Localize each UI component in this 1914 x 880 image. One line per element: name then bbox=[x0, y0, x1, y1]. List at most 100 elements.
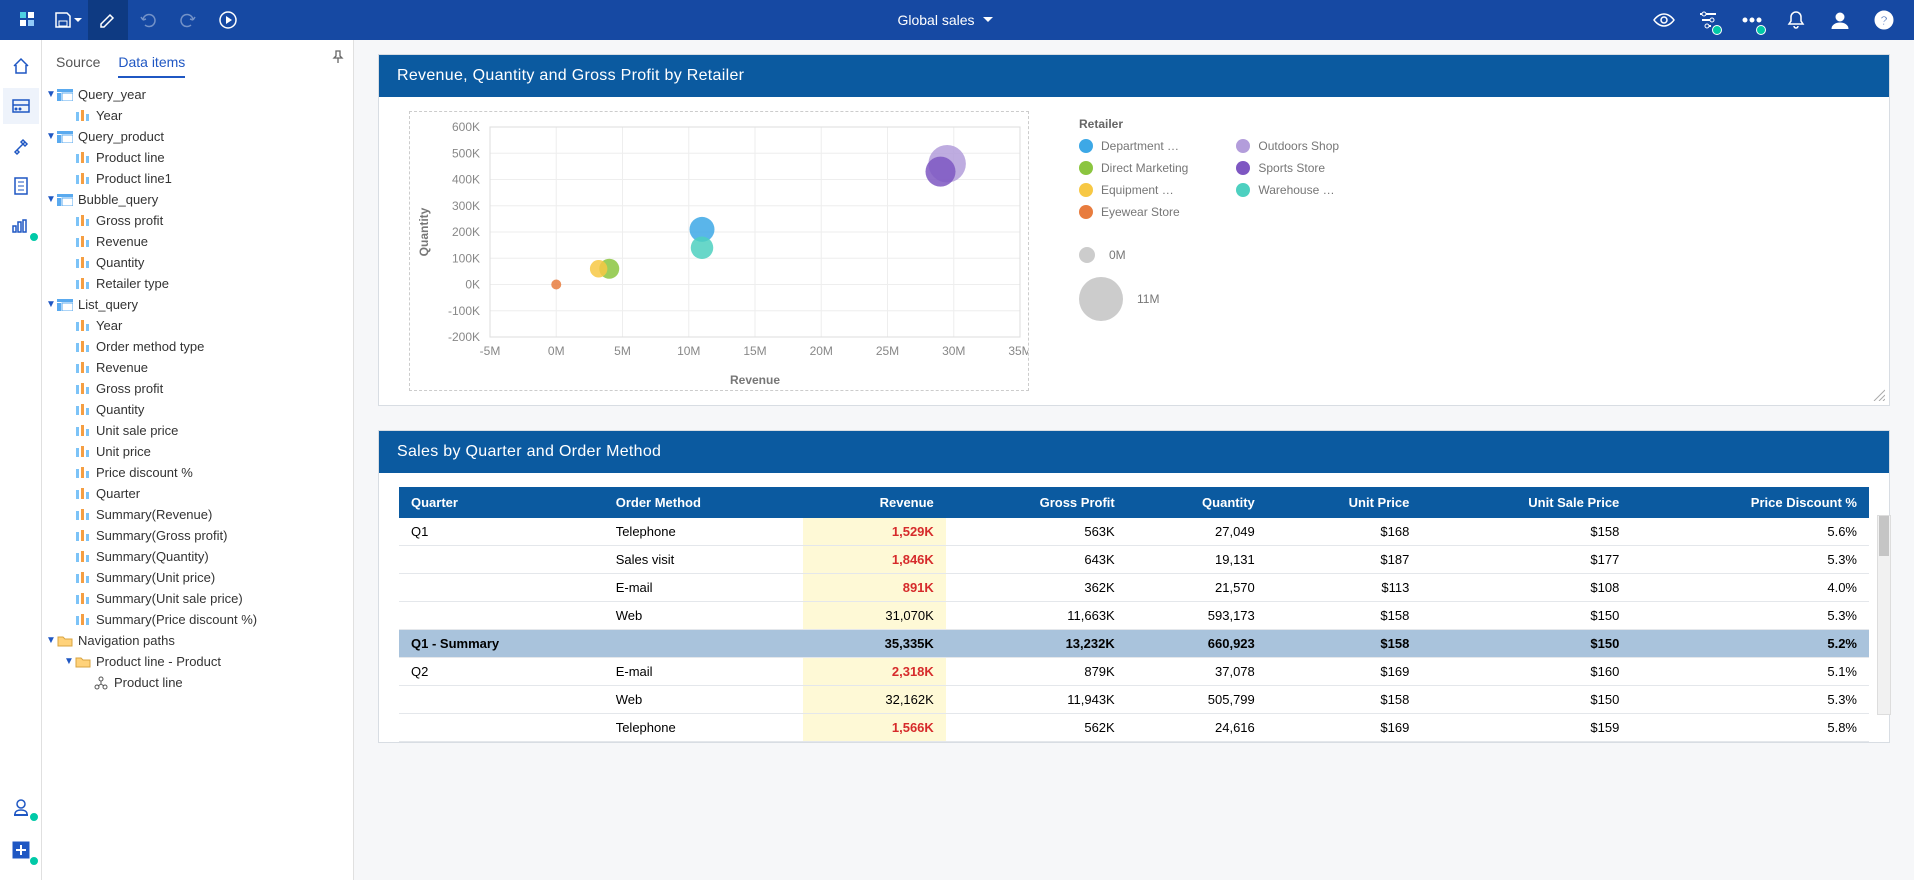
report-title-dropdown[interactable]: Global sales bbox=[248, 12, 1642, 28]
bubble-point[interactable] bbox=[691, 237, 714, 260]
notifications-button[interactable] bbox=[1774, 0, 1818, 40]
table-header[interactable]: Quantity bbox=[1127, 487, 1267, 518]
more-button[interactable] bbox=[1730, 0, 1774, 40]
legend-item[interactable]: Eyewear Store bbox=[1079, 205, 1188, 219]
table-header[interactable]: Quarter bbox=[399, 487, 604, 518]
table-header[interactable]: Gross Profit bbox=[946, 487, 1127, 518]
table-row[interactable]: Q1Telephone1,529K563K27,049$168$1585.6% bbox=[399, 518, 1869, 546]
table-header[interactable]: Order Method bbox=[604, 487, 803, 518]
add-icon[interactable] bbox=[3, 832, 39, 868]
build-icon[interactable] bbox=[3, 128, 39, 164]
tree-query-q_bubble[interactable]: ▼Bubble_query bbox=[42, 189, 349, 210]
redo-button[interactable] bbox=[168, 0, 208, 40]
data-panel: Source Data items ▼Query_yearYear▼Query_… bbox=[42, 40, 354, 880]
bubble-point[interactable] bbox=[590, 260, 608, 278]
pin-icon[interactable] bbox=[331, 50, 345, 69]
bubble-point[interactable] bbox=[926, 157, 956, 187]
tab-source[interactable]: Source bbox=[56, 48, 100, 78]
tree-item[interactable]: Unit sale price bbox=[42, 420, 349, 441]
user-button[interactable] bbox=[1818, 0, 1862, 40]
measure-icon bbox=[74, 508, 92, 522]
legend-item[interactable]: Sports Store bbox=[1236, 161, 1339, 175]
table-row[interactable]: Sales visit1,846K643K19,131$187$1775.3% bbox=[399, 546, 1869, 574]
tree-query-q_list[interactable]: ▼List_query bbox=[42, 294, 349, 315]
measure-icon bbox=[74, 151, 92, 165]
badge-dot-icon bbox=[29, 856, 39, 866]
table-row[interactable]: E-mail891K362K21,570$113$1084.0% bbox=[399, 574, 1869, 602]
size-legend-item: 0M bbox=[1079, 247, 1339, 263]
tree-item[interactable]: Summary(Gross profit) bbox=[42, 525, 349, 546]
tree-item[interactable]: Retailer type bbox=[42, 273, 349, 294]
legend-item[interactable]: Warehouse … bbox=[1236, 183, 1339, 197]
table-row[interactable]: Web31,070K11,663K593,173$158$1505.3% bbox=[399, 602, 1869, 630]
measure-icon bbox=[74, 550, 92, 564]
table-row[interactable]: Q2E-mail2,318K879K37,078$169$1605.1% bbox=[399, 658, 1869, 686]
table-row[interactable]: Telephone1,566K562K24,616$169$1595.8% bbox=[399, 714, 1869, 742]
table-header[interactable]: Unit Price bbox=[1267, 487, 1422, 518]
table-row[interactable]: Web32,162K11,943K505,799$158$1505.3% bbox=[399, 686, 1869, 714]
help-button[interactable]: ? bbox=[1862, 0, 1906, 40]
measure-icon bbox=[74, 613, 92, 627]
tree-nav-leaf[interactable]: Product line bbox=[42, 672, 349, 693]
preview-button[interactable] bbox=[1642, 0, 1686, 40]
tree-item[interactable]: Summary(Unit sale price) bbox=[42, 588, 349, 609]
tree-item[interactable]: Year bbox=[42, 315, 349, 336]
tree-nav-folder[interactable]: ▼Navigation paths bbox=[42, 630, 349, 651]
tab-data-items[interactable]: Data items bbox=[118, 48, 185, 78]
tree-item[interactable]: Gross profit bbox=[42, 378, 349, 399]
table-header[interactable]: Unit Sale Price bbox=[1421, 487, 1631, 518]
measure-icon bbox=[74, 571, 92, 585]
table-row[interactable]: Q1 - Summary35,335K13,232K660,923$158$15… bbox=[399, 630, 1869, 658]
query-icon bbox=[56, 88, 74, 102]
query-icon bbox=[56, 193, 74, 207]
edit-button[interactable] bbox=[88, 0, 128, 40]
legend-item[interactable]: Equipment … bbox=[1079, 183, 1188, 197]
bubble-chart[interactable]: -5M0M5M10M15M20M25M30M35M-200K-100K0K100… bbox=[409, 111, 1029, 391]
measure-icon bbox=[74, 340, 92, 354]
sales-table[interactable]: QuarterOrder MethodRevenueGross ProfitQu… bbox=[399, 487, 1869, 742]
tree-item[interactable]: Order method type bbox=[42, 336, 349, 357]
tree-item[interactable]: Summary(Unit price) bbox=[42, 567, 349, 588]
tree-item[interactable]: Quantity bbox=[42, 252, 349, 273]
tree-query-q_product[interactable]: ▼Query_product bbox=[42, 126, 349, 147]
measure-icon bbox=[74, 361, 92, 375]
tree-item[interactable]: Revenue bbox=[42, 357, 349, 378]
tree-item[interactable]: Summary(Price discount %) bbox=[42, 609, 349, 630]
save-button[interactable] bbox=[48, 0, 88, 40]
folder-icon bbox=[56, 634, 74, 648]
validate-icon[interactable] bbox=[3, 788, 39, 824]
tree-item[interactable]: Summary(Quantity) bbox=[42, 546, 349, 567]
tree-item[interactable]: Price discount % bbox=[42, 462, 349, 483]
table-scrollbar[interactable] bbox=[1877, 515, 1891, 715]
tree-item[interactable]: Revenue bbox=[42, 231, 349, 252]
measure-icon bbox=[74, 277, 92, 291]
bubble-point[interactable] bbox=[551, 280, 561, 290]
tree-item[interactable]: Product line1 bbox=[42, 168, 349, 189]
measure-icon bbox=[74, 235, 92, 249]
visualize-icon[interactable] bbox=[3, 208, 39, 244]
resize-handle-icon[interactable] bbox=[1871, 387, 1885, 401]
table-header[interactable]: Revenue bbox=[803, 487, 946, 518]
data-icon[interactable] bbox=[3, 88, 39, 124]
home-icon[interactable] bbox=[3, 48, 39, 84]
undo-button[interactable] bbox=[128, 0, 168, 40]
tree-item[interactable]: Quantity bbox=[42, 399, 349, 420]
legend-item[interactable]: Department … bbox=[1079, 139, 1188, 153]
app-menu-icon[interactable] bbox=[8, 0, 48, 40]
tree-item[interactable]: Unit price bbox=[42, 441, 349, 462]
legend-item[interactable]: Outdoors Shop bbox=[1236, 139, 1339, 153]
chart-title: Revenue, Quantity and Gross Profit by Re… bbox=[379, 55, 1889, 97]
filters-button[interactable] bbox=[1686, 0, 1730, 40]
tree-item[interactable]: Quarter bbox=[42, 483, 349, 504]
tree-item[interactable]: Year bbox=[42, 105, 349, 126]
tree-query-q_year[interactable]: ▼Query_year bbox=[42, 84, 349, 105]
measure-icon bbox=[74, 319, 92, 333]
tree-item[interactable]: Product line bbox=[42, 147, 349, 168]
legend-item[interactable]: Direct Marketing bbox=[1079, 161, 1188, 175]
table-header[interactable]: Price Discount % bbox=[1631, 487, 1869, 518]
tree-nav-child[interactable]: ▼Product line - Product bbox=[42, 651, 349, 672]
report-icon[interactable] bbox=[3, 168, 39, 204]
tree-item[interactable]: Gross profit bbox=[42, 210, 349, 231]
tree-item[interactable]: Summary(Revenue) bbox=[42, 504, 349, 525]
run-button[interactable] bbox=[208, 0, 248, 40]
